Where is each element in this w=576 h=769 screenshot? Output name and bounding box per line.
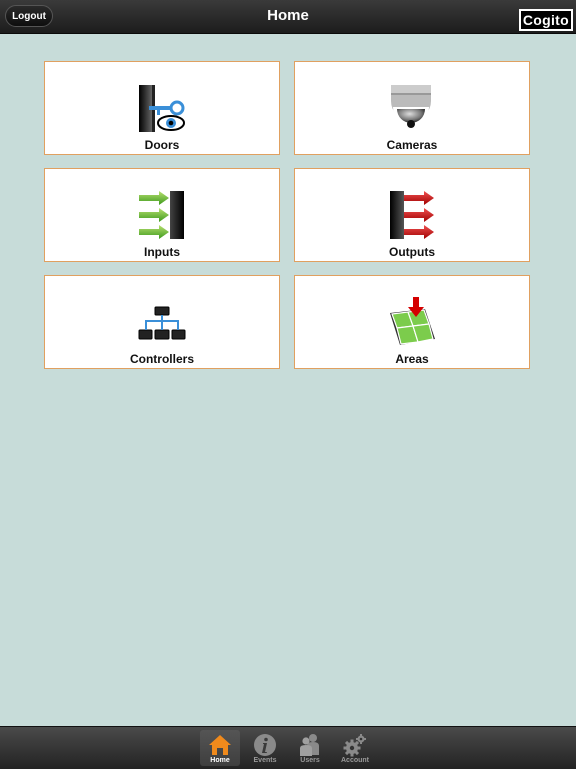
red-arrows-out-icon — [390, 191, 434, 239]
tab-users[interactable]: Users — [290, 730, 330, 766]
green-arrows-in-icon — [139, 191, 184, 239]
page-title: Home — [267, 7, 309, 24]
tile-inputs[interactable]: Inputs — [44, 168, 280, 262]
info-icon — [254, 734, 276, 756]
tile-label: Inputs — [144, 245, 180, 259]
tile-label: Cameras — [386, 138, 438, 152]
tile-label: Doors — [144, 138, 180, 152]
tab-bar: Home Events Users Account — [0, 726, 576, 769]
tile-label: Outputs — [389, 245, 435, 259]
tab-label: Account — [341, 757, 369, 764]
tile-label: Areas — [395, 352, 429, 366]
door-key-eye-icon — [139, 85, 185, 132]
tab-home[interactable]: Home — [200, 730, 240, 766]
tile-areas[interactable]: Areas — [294, 275, 530, 369]
tab-label: Events — [253, 757, 277, 764]
tab-label: Home — [210, 757, 230, 764]
network-hierarchy-icon — [138, 306, 186, 340]
top-bar: Logout Home Cogito — [0, 0, 576, 34]
users-icon — [300, 734, 319, 756]
tab-label: Users — [300, 757, 320, 764]
tab-events[interactable]: Events — [245, 730, 285, 766]
tab-account[interactable]: Account — [335, 730, 375, 766]
gear-icon — [343, 734, 366, 757]
tile-doors[interactable]: Doors — [44, 61, 280, 155]
map-area-icon — [390, 297, 435, 345]
tile-controllers[interactable]: Controllers — [44, 275, 280, 369]
tile-label: Controllers — [129, 352, 194, 366]
tile-outputs[interactable]: Outputs — [294, 168, 530, 262]
tile-cameras[interactable]: Cameras — [294, 61, 530, 155]
home-icon — [209, 735, 231, 755]
dome-camera-icon — [391, 85, 431, 128]
cogito-logo: Cogito — [518, 9, 573, 31]
